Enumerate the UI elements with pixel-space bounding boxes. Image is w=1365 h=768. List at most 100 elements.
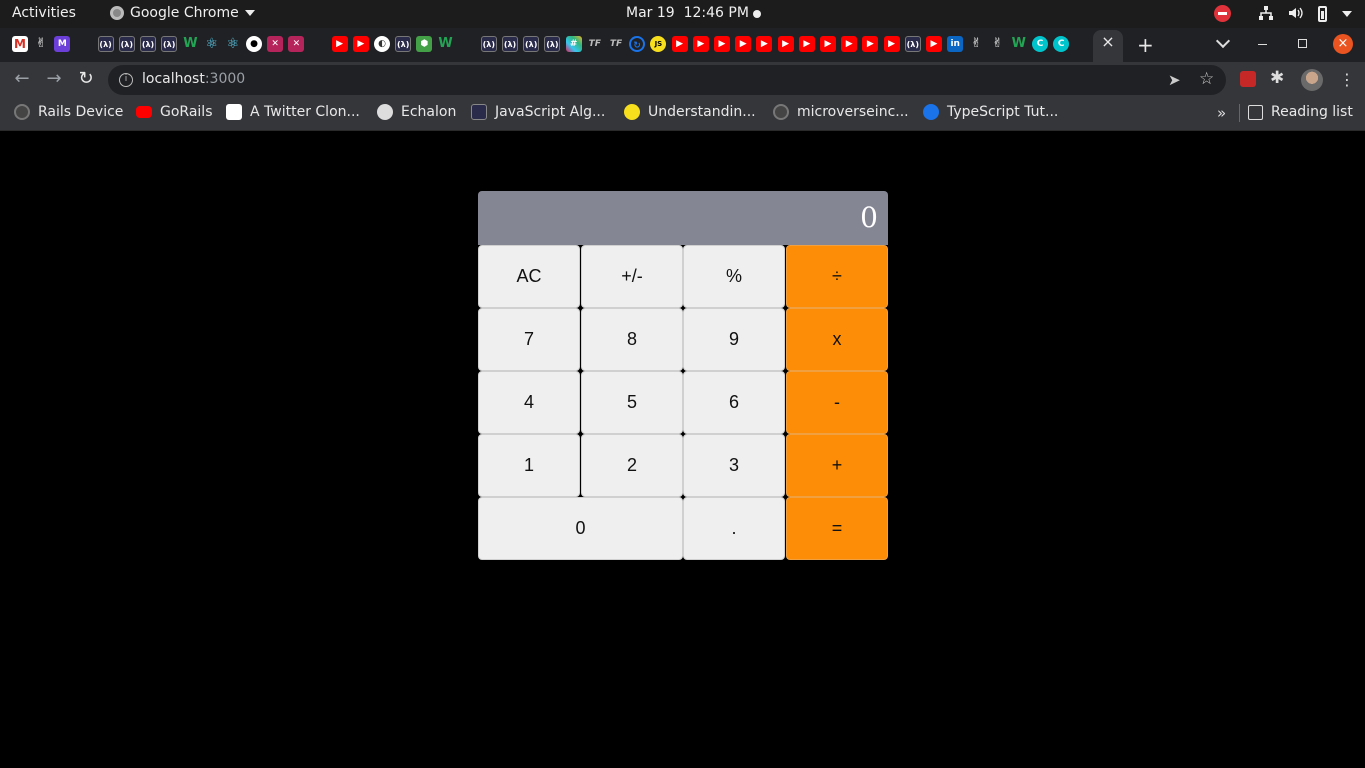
minimize-button[interactable] bbox=[1258, 44, 1267, 45]
x-logo-icon[interactable]: ✕ bbox=[288, 36, 305, 52]
digit-1-button[interactable]: 1 bbox=[478, 434, 580, 497]
percent-button[interactable]: % bbox=[683, 245, 785, 308]
youtube-icon[interactable]: ▶ bbox=[862, 36, 879, 52]
do-not-disturb-icon[interactable] bbox=[1214, 5, 1231, 22]
bookmark-echalon[interactable]: Echalon bbox=[377, 104, 456, 120]
toggle-sign-button[interactable]: +/- bbox=[581, 245, 683, 308]
reading-list-button[interactable]: Reading list bbox=[1248, 104, 1353, 120]
react-icon[interactable]: ⚛ bbox=[225, 36, 241, 52]
lambda-icon[interactable]: (λ) bbox=[480, 36, 497, 52]
minus-button[interactable]: - bbox=[786, 371, 888, 434]
peace-hand-icon[interactable]: ✌ bbox=[968, 36, 984, 52]
w-logo-icon[interactable]: W bbox=[182, 36, 198, 52]
url-text[interactable]: localhost:3000 bbox=[142, 71, 245, 87]
maximize-button[interactable] bbox=[1298, 39, 1307, 48]
w-logo-icon[interactable]: W bbox=[438, 36, 454, 52]
youtube-icon[interactable]: ▶ bbox=[883, 36, 900, 52]
tab-close-icon[interactable]: × bbox=[1100, 34, 1116, 50]
plus-button[interactable]: + bbox=[786, 434, 888, 497]
digit-6-button[interactable]: 6 bbox=[683, 371, 785, 434]
m-logo-icon[interactable]: M bbox=[54, 36, 71, 52]
battery-icon[interactable] bbox=[1318, 6, 1327, 22]
w-logo-icon[interactable]: W bbox=[1011, 36, 1027, 52]
lambda-icon[interactable]: (λ) bbox=[161, 36, 178, 52]
lambda-icon[interactable]: (λ) bbox=[118, 36, 135, 52]
bookmark-twitter-clone[interactable]: A Twitter Clon... bbox=[226, 104, 360, 120]
lambda-icon[interactable]: (λ) bbox=[904, 36, 921, 52]
network-icon[interactable] bbox=[1258, 5, 1274, 21]
digit-2-button[interactable]: 2 bbox=[581, 434, 683, 497]
forward-button[interactable]: → bbox=[44, 69, 64, 89]
digit-3-button[interactable]: 3 bbox=[683, 434, 785, 497]
site-info-icon[interactable]: i bbox=[119, 73, 133, 87]
clock[interactable]: Mar 19 12:46 PM bbox=[626, 5, 749, 21]
lambda-icon[interactable]: (λ) bbox=[502, 36, 518, 52]
lambda-icon[interactable]: (λ) bbox=[523, 36, 540, 52]
circle-logo-icon[interactable]: ● bbox=[246, 36, 262, 52]
bookmark-microverseinc[interactable]: microverseinc... bbox=[773, 104, 909, 120]
bookmarks-divider bbox=[1239, 104, 1240, 122]
youtube-icon[interactable]: ▶ bbox=[798, 36, 815, 52]
digit-5-button[interactable]: 5 bbox=[581, 371, 683, 434]
tf-icon[interactable]: TF bbox=[608, 36, 624, 52]
decimal-button[interactable]: . bbox=[683, 497, 785, 560]
digit-9-button[interactable]: 9 bbox=[683, 308, 785, 371]
youtube-icon[interactable]: ▶ bbox=[671, 36, 688, 52]
digit-4-button[interactable]: 4 bbox=[478, 371, 580, 434]
youtube-icon[interactable]: ▶ bbox=[331, 36, 348, 52]
back-button[interactable]: ← bbox=[12, 69, 32, 89]
youtube-icon[interactable]: ▶ bbox=[714, 36, 730, 52]
tf-icon[interactable]: TF bbox=[587, 36, 603, 52]
multiply-button[interactable]: x bbox=[786, 308, 888, 371]
system-menu-chevron-icon[interactable] bbox=[1342, 11, 1352, 17]
lambda-icon[interactable]: (λ) bbox=[97, 36, 114, 52]
address-bar[interactable] bbox=[108, 65, 1226, 95]
slack-icon[interactable]: # bbox=[565, 36, 582, 52]
bookmarks-overflow-button[interactable]: » bbox=[1217, 104, 1226, 122]
volume-icon[interactable] bbox=[1287, 5, 1303, 21]
youtube-icon[interactable]: ▶ bbox=[692, 36, 709, 52]
chrome-menu-icon[interactable]: ⋮ bbox=[1339, 70, 1355, 89]
lambda-icon[interactable]: (λ) bbox=[395, 36, 412, 52]
bookmark-javascript-alg[interactable]: JavaScript Alg... bbox=[471, 104, 605, 120]
ac-button[interactable]: AC bbox=[478, 245, 580, 308]
gmail-icon[interactable]: M bbox=[12, 36, 28, 52]
lambda-icon[interactable]: (λ) bbox=[544, 36, 561, 52]
new-tab-button[interactable]: + bbox=[1137, 33, 1154, 57]
reload-button[interactable]: ↻ bbox=[76, 69, 96, 89]
linkedin-icon[interactable]: in bbox=[947, 36, 964, 52]
lambda-icon[interactable]: (λ) bbox=[140, 36, 156, 52]
bookmark-star-icon[interactable]: ☆ bbox=[1199, 69, 1214, 89]
bookmark-typescript-tut[interactable]: TypeScript Tut... bbox=[923, 104, 1058, 120]
youtube-icon[interactable]: ▶ bbox=[926, 36, 942, 52]
activities-button[interactable]: Activities bbox=[12, 5, 76, 21]
bookmark-understanding[interactable]: Understandin... bbox=[624, 104, 756, 120]
app-menu[interactable]: Google Chrome bbox=[110, 5, 255, 21]
youtube-icon[interactable]: ▶ bbox=[735, 36, 752, 52]
youtube-icon[interactable]: ▶ bbox=[756, 36, 773, 52]
bookmark-rails-device[interactable]: Rails Device bbox=[14, 104, 123, 120]
youtube-icon[interactable]: ▶ bbox=[841, 36, 858, 52]
profile-avatar[interactable] bbox=[1301, 69, 1323, 91]
equals-button[interactable]: = bbox=[786, 497, 888, 560]
extensions-puzzle-icon[interactable]: ✱ bbox=[1270, 68, 1284, 88]
peace-hand-icon[interactable]: ✌ bbox=[990, 36, 1006, 52]
youtube-icon[interactable]: ▶ bbox=[352, 36, 369, 52]
x-logo-icon[interactable]: ✕ bbox=[267, 36, 284, 52]
digit-7-button[interactable]: 7 bbox=[478, 308, 580, 371]
window-close-button[interactable]: × bbox=[1333, 34, 1353, 54]
shield-icon bbox=[226, 104, 242, 120]
extension-icon[interactable] bbox=[1240, 71, 1256, 87]
bookmark-gorails[interactable]: GoRails bbox=[136, 104, 213, 120]
send-tab-icon[interactable]: ➤ bbox=[1168, 71, 1181, 89]
divide-button[interactable]: ÷ bbox=[786, 245, 888, 308]
youtube-icon[interactable]: ▶ bbox=[820, 36, 836, 52]
globe-icon[interactable]: ◐ bbox=[374, 36, 390, 52]
peace-hand-icon[interactable]: ✌ bbox=[33, 36, 49, 52]
node-icon[interactable]: ⬢ bbox=[416, 36, 433, 52]
digit-8-button[interactable]: 8 bbox=[581, 308, 683, 371]
react-icon[interactable]: ⚛ bbox=[204, 36, 220, 52]
digit-0-button[interactable]: 0 bbox=[478, 497, 683, 560]
youtube-icon[interactable]: ▶ bbox=[777, 36, 794, 52]
canva-icon[interactable]: C bbox=[1032, 36, 1048, 52]
